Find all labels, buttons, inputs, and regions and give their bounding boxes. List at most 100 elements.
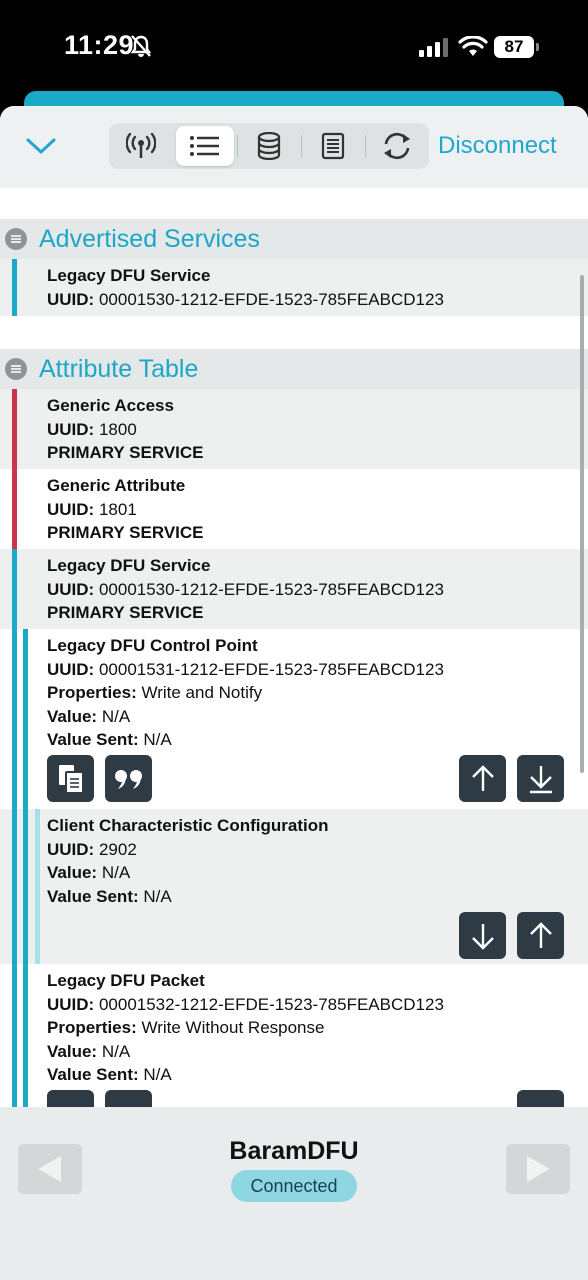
uuid-label: UUID:	[47, 420, 95, 439]
value-sent-label: Value Sent:	[47, 730, 139, 749]
service-row[interactable]: Generic Attribute UUID: 1801 PRIMARY SER…	[0, 469, 588, 549]
disconnect-button[interactable]: Disconnect	[438, 132, 557, 160]
arrow-up-icon	[529, 921, 552, 948]
value-value: N/A	[101, 863, 131, 882]
arrow-down-icon	[529, 765, 552, 793]
properties-label: Properties:	[47, 1018, 137, 1037]
read-button[interactable]	[459, 912, 506, 959]
characteristic-row[interactable]: Legacy DFU Control Point UUID: 00001531-…	[0, 629, 588, 809]
uuid-value: 1800	[98, 420, 137, 439]
uuid-value: 2902	[98, 840, 137, 859]
copy-button[interactable]	[47, 755, 94, 802]
uuid-value: 00001532-1212-EFDE-1523-785FEABCD123	[98, 995, 444, 1014]
uuid-label: UUID:	[47, 660, 95, 679]
chevron-down-icon[interactable]	[26, 136, 56, 156]
uuid-value: 00001531-1212-EFDE-1523-785FEABCD123	[98, 660, 444, 679]
view-segmented-control	[109, 123, 429, 169]
uuid-value: 00001530-1212-EFDE-1523-785FEABCD123	[98, 580, 444, 599]
descriptor-name: Client Characteristic Configuration	[47, 816, 329, 835]
segment-divider	[365, 135, 366, 157]
arrow-down-icon	[471, 923, 494, 950]
service-type: PRIMARY SERVICE	[47, 523, 204, 542]
section-title: Attribute Table	[39, 355, 199, 383]
value-label: Value:	[47, 707, 98, 726]
triangle-right-icon	[527, 1156, 550, 1182]
write-button[interactable]	[517, 912, 564, 959]
value-sent-value: N/A	[143, 730, 172, 749]
scrollbar[interactable]	[580, 275, 584, 773]
service-name: Generic Access	[47, 396, 174, 415]
section-icon	[5, 358, 27, 380]
properties-label: Properties:	[47, 683, 137, 702]
quote-button[interactable]	[105, 1090, 152, 1108]
quote-icon	[114, 769, 142, 789]
battery-cap	[536, 43, 539, 51]
service-row[interactable]: Generic Access UUID: 1800 PRIMARY SERVIC…	[0, 389, 588, 469]
section-icon	[5, 228, 27, 250]
status-bar: 11:29 87	[0, 0, 588, 95]
wifi-icon	[458, 36, 488, 56]
tab-database[interactable]	[240, 126, 298, 166]
read-button[interactable]	[517, 755, 564, 802]
device-name: BaramDFU	[229, 1137, 359, 1165]
properties-value: Write Without Response	[141, 1018, 325, 1037]
tab-advertisement[interactable]	[112, 126, 170, 166]
tab-log[interactable]	[304, 126, 362, 166]
value-label: Value:	[47, 1042, 98, 1061]
service-name: Generic Attribute	[47, 476, 186, 495]
value-sent-value: N/A	[143, 887, 172, 906]
list-item[interactable]: Legacy DFU Service UUID: 00001530-1212-E…	[0, 259, 588, 316]
copy-button[interactable]	[47, 1090, 94, 1108]
characteristic-name: Legacy DFU Control Point	[47, 636, 258, 655]
uuid-label: UUID:	[47, 995, 95, 1014]
segment-divider	[301, 135, 302, 157]
characteristic-name: Legacy DFU Packet	[47, 971, 205, 990]
battery-indicator: 87	[494, 36, 534, 58]
service-type: PRIMARY SERVICE	[47, 603, 204, 622]
value-label: Value:	[47, 863, 98, 882]
arrow-up-icon	[471, 764, 494, 791]
tab-attribute-table[interactable]	[176, 126, 234, 166]
value-sent-value: N/A	[143, 1065, 172, 1084]
service-name: Legacy DFU Service	[47, 266, 211, 285]
silent-bell-icon	[130, 35, 152, 57]
uuid-value: 00001530-1212-EFDE-1523-785FEABCD123	[98, 290, 444, 309]
descriptor-row[interactable]: Client Characteristic Configuration UUID…	[0, 809, 588, 964]
uuid-label: UUID:	[47, 840, 95, 859]
next-device-button[interactable]	[506, 1144, 570, 1194]
service-type: PRIMARY SERVICE	[47, 443, 204, 462]
toolbar: Disconnect	[0, 106, 588, 189]
connection-status-badge: Connected	[231, 1170, 357, 1202]
advertised-services-header: Advertised Services	[0, 219, 588, 259]
copy-icon	[58, 764, 84, 794]
log-icon	[321, 132, 345, 160]
service-name: Legacy DFU Service	[47, 556, 211, 575]
attribute-list[interactable]: Advertised Services Legacy DFU Service U…	[0, 188, 588, 1108]
tab-refresh[interactable]	[368, 126, 426, 166]
uuid-label: UUID:	[47, 290, 95, 309]
value-value: N/A	[101, 707, 131, 726]
antenna-icon	[126, 133, 156, 158]
quote-button[interactable]	[105, 755, 152, 802]
write-button[interactable]	[459, 755, 506, 802]
value-value: N/A	[101, 1042, 131, 1061]
refresh-icon	[384, 132, 410, 160]
attribute-table-header: Attribute Table	[0, 349, 588, 389]
service-row[interactable]: Legacy DFU Service UUID: 00001530-1212-E…	[0, 549, 588, 629]
list-icon	[190, 136, 219, 156]
uuid-label: UUID:	[47, 580, 95, 599]
value-sent-label: Value Sent:	[47, 887, 139, 906]
write-button[interactable]	[517, 1090, 564, 1108]
device-sheet: Disconnect Advertised Services Legacy DF…	[0, 106, 588, 1280]
cellular-signal-icon	[419, 38, 448, 57]
characteristic-row[interactable]: Legacy DFU Packet UUID: 00001532-1212-EF…	[0, 964, 588, 1108]
uuid-label: UUID:	[47, 500, 95, 519]
properties-value: Write and Notify	[141, 683, 263, 702]
bottom-bar: BaramDFU Connected	[0, 1107, 588, 1280]
database-icon	[257, 132, 281, 160]
value-sent-label: Value Sent:	[47, 1065, 139, 1084]
section-title: Advertised Services	[39, 225, 260, 253]
uuid-value: 1801	[98, 500, 137, 519]
segment-divider	[237, 135, 238, 157]
status-time: 11:29	[64, 30, 135, 60]
